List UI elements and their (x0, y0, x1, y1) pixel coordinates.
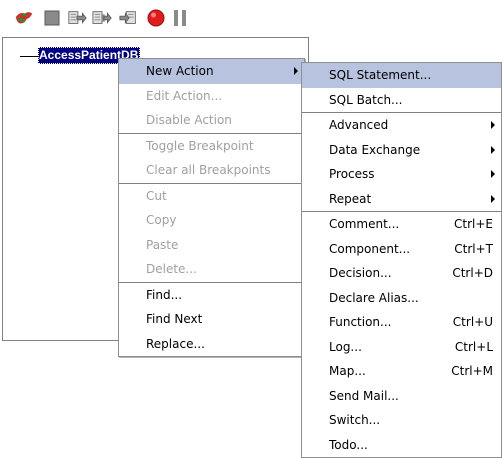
menu-item-paste[interactable]: Paste (119, 233, 304, 258)
menu-item-shortcut: Ctrl+U (452, 315, 493, 329)
menu-item-label: New Action (146, 64, 214, 78)
stop-icon[interactable] (42, 8, 62, 28)
menu-item-sql-batch[interactable]: SQL Batch... (302, 88, 501, 113)
menu-item-label: Decision... (329, 266, 392, 280)
menu-item-label: Copy (146, 213, 177, 227)
menu-item-label: Todo... (329, 437, 368, 452)
menu-item-label: Send Mail... (329, 388, 399, 403)
record-icon[interactable] (146, 8, 166, 28)
menu-item-replace[interactable]: Replace... (119, 332, 304, 357)
menu-item-label: Disable Action (146, 113, 232, 127)
menu-item-decision[interactable]: Decision... Ctrl+D (302, 261, 501, 286)
menu-item-toggle-breakpoint[interactable]: Toggle Breakpoint (119, 134, 304, 159)
menu-item-label: Process (329, 167, 375, 181)
menu-item-component[interactable]: Component... Ctrl+T (302, 237, 501, 262)
menu-item-comment[interactable]: Comment... Ctrl+E (302, 212, 501, 237)
menu-item-label: Find Next (146, 312, 203, 326)
submenu-arrow-icon (294, 67, 298, 76)
menu-item-switch[interactable]: Switch... (302, 408, 501, 433)
menu-item-process[interactable]: Process (302, 162, 501, 187)
menu-item-shortcut: Ctrl+D (452, 266, 493, 280)
menu-item-label: Advanced (329, 118, 389, 132)
menu-item-label: Map... (329, 364, 366, 378)
menu-item-todo[interactable]: Todo... (302, 433, 501, 458)
menu-item-disable-action[interactable]: Disable Action (119, 108, 304, 133)
menu-item-label: Comment... (329, 217, 400, 231)
menu-item-label: Declare Alias... (329, 290, 419, 305)
menu-item-shortcut: Ctrl+M (451, 364, 493, 378)
tree-connector (20, 56, 38, 57)
menu-item-label: Edit Action... (146, 88, 223, 103)
menu-item-cut[interactable]: Cut (119, 184, 304, 209)
menu-item-label: Find... (146, 287, 183, 302)
menu-item-sql-statement[interactable]: SQL Statement... (302, 63, 501, 88)
menu-item-label: Data Exchange (329, 142, 421, 157)
menu-item-declare-alias[interactable]: Declare Alias... (302, 286, 501, 311)
menu-item-find-next[interactable]: Find Next (119, 307, 304, 332)
menu-item-label: Log... (329, 339, 362, 354)
pause-icon[interactable] (170, 8, 190, 28)
menu-item-label: Cut (146, 188, 167, 203)
menu-item-label: SQL Statement... (329, 68, 432, 82)
menu-item-label: Delete... (146, 262, 197, 276)
menu-item-function[interactable]: Function... Ctrl+U (302, 310, 501, 335)
submenu-arrow-icon (491, 145, 495, 154)
step-over-icon[interactable] (92, 8, 112, 28)
menu-item-label: Component... (329, 241, 411, 256)
menu-item-log[interactable]: Log... Ctrl+L (302, 335, 501, 360)
menu-item-new-action[interactable]: New Action (119, 59, 304, 84)
menu-item-shortcut: Ctrl+L (454, 339, 493, 354)
menu-item-advanced[interactable]: Advanced (302, 113, 501, 138)
menu-item-label: Function... (329, 315, 392, 329)
run-icon[interactable] (14, 8, 34, 28)
menu-item-shortcut: Ctrl+T (454, 241, 493, 256)
submenu-arrow-icon (491, 121, 495, 130)
menu-item-delete[interactable]: Delete... (119, 257, 304, 282)
menu-item-label: Switch... (329, 413, 381, 427)
menu-item-label: Paste (146, 237, 179, 252)
step-into-icon[interactable] (67, 8, 87, 28)
menu-item-find[interactable]: Find... (119, 283, 304, 308)
menu-item-repeat[interactable]: Repeat (302, 187, 501, 212)
menu-item-copy[interactable]: Copy (119, 208, 304, 233)
menu-item-shortcut: Ctrl+E (454, 217, 493, 231)
context-menu: New Action Edit Action... Disable Action To… (118, 58, 305, 357)
step-out-icon[interactable] (119, 8, 139, 28)
menu-item-map[interactable]: Map... Ctrl+M (302, 359, 501, 384)
menu-item-edit-action[interactable]: Edit Action... (119, 84, 304, 109)
toolbar (0, 0, 502, 34)
menu-item-label: Replace... (146, 336, 205, 351)
menu-item-label: Repeat (329, 191, 372, 206)
menu-item-data-exchange[interactable]: Data Exchange (302, 138, 501, 163)
menu-item-clear-all-breakpoints[interactable]: Clear all Breakpoints (119, 158, 304, 183)
menu-item-label: SQL Batch... (329, 92, 403, 107)
menu-item-send-mail[interactable]: Send Mail... (302, 384, 501, 409)
menu-item-label: Clear all Breakpoints (146, 163, 271, 177)
submenu-arrow-icon (491, 194, 495, 203)
new-action-submenu: SQL Statement... SQL Batch... Advanced Data… (301, 62, 502, 458)
submenu-arrow-icon (491, 170, 495, 179)
menu-item-label: Toggle Breakpoint (146, 138, 254, 153)
